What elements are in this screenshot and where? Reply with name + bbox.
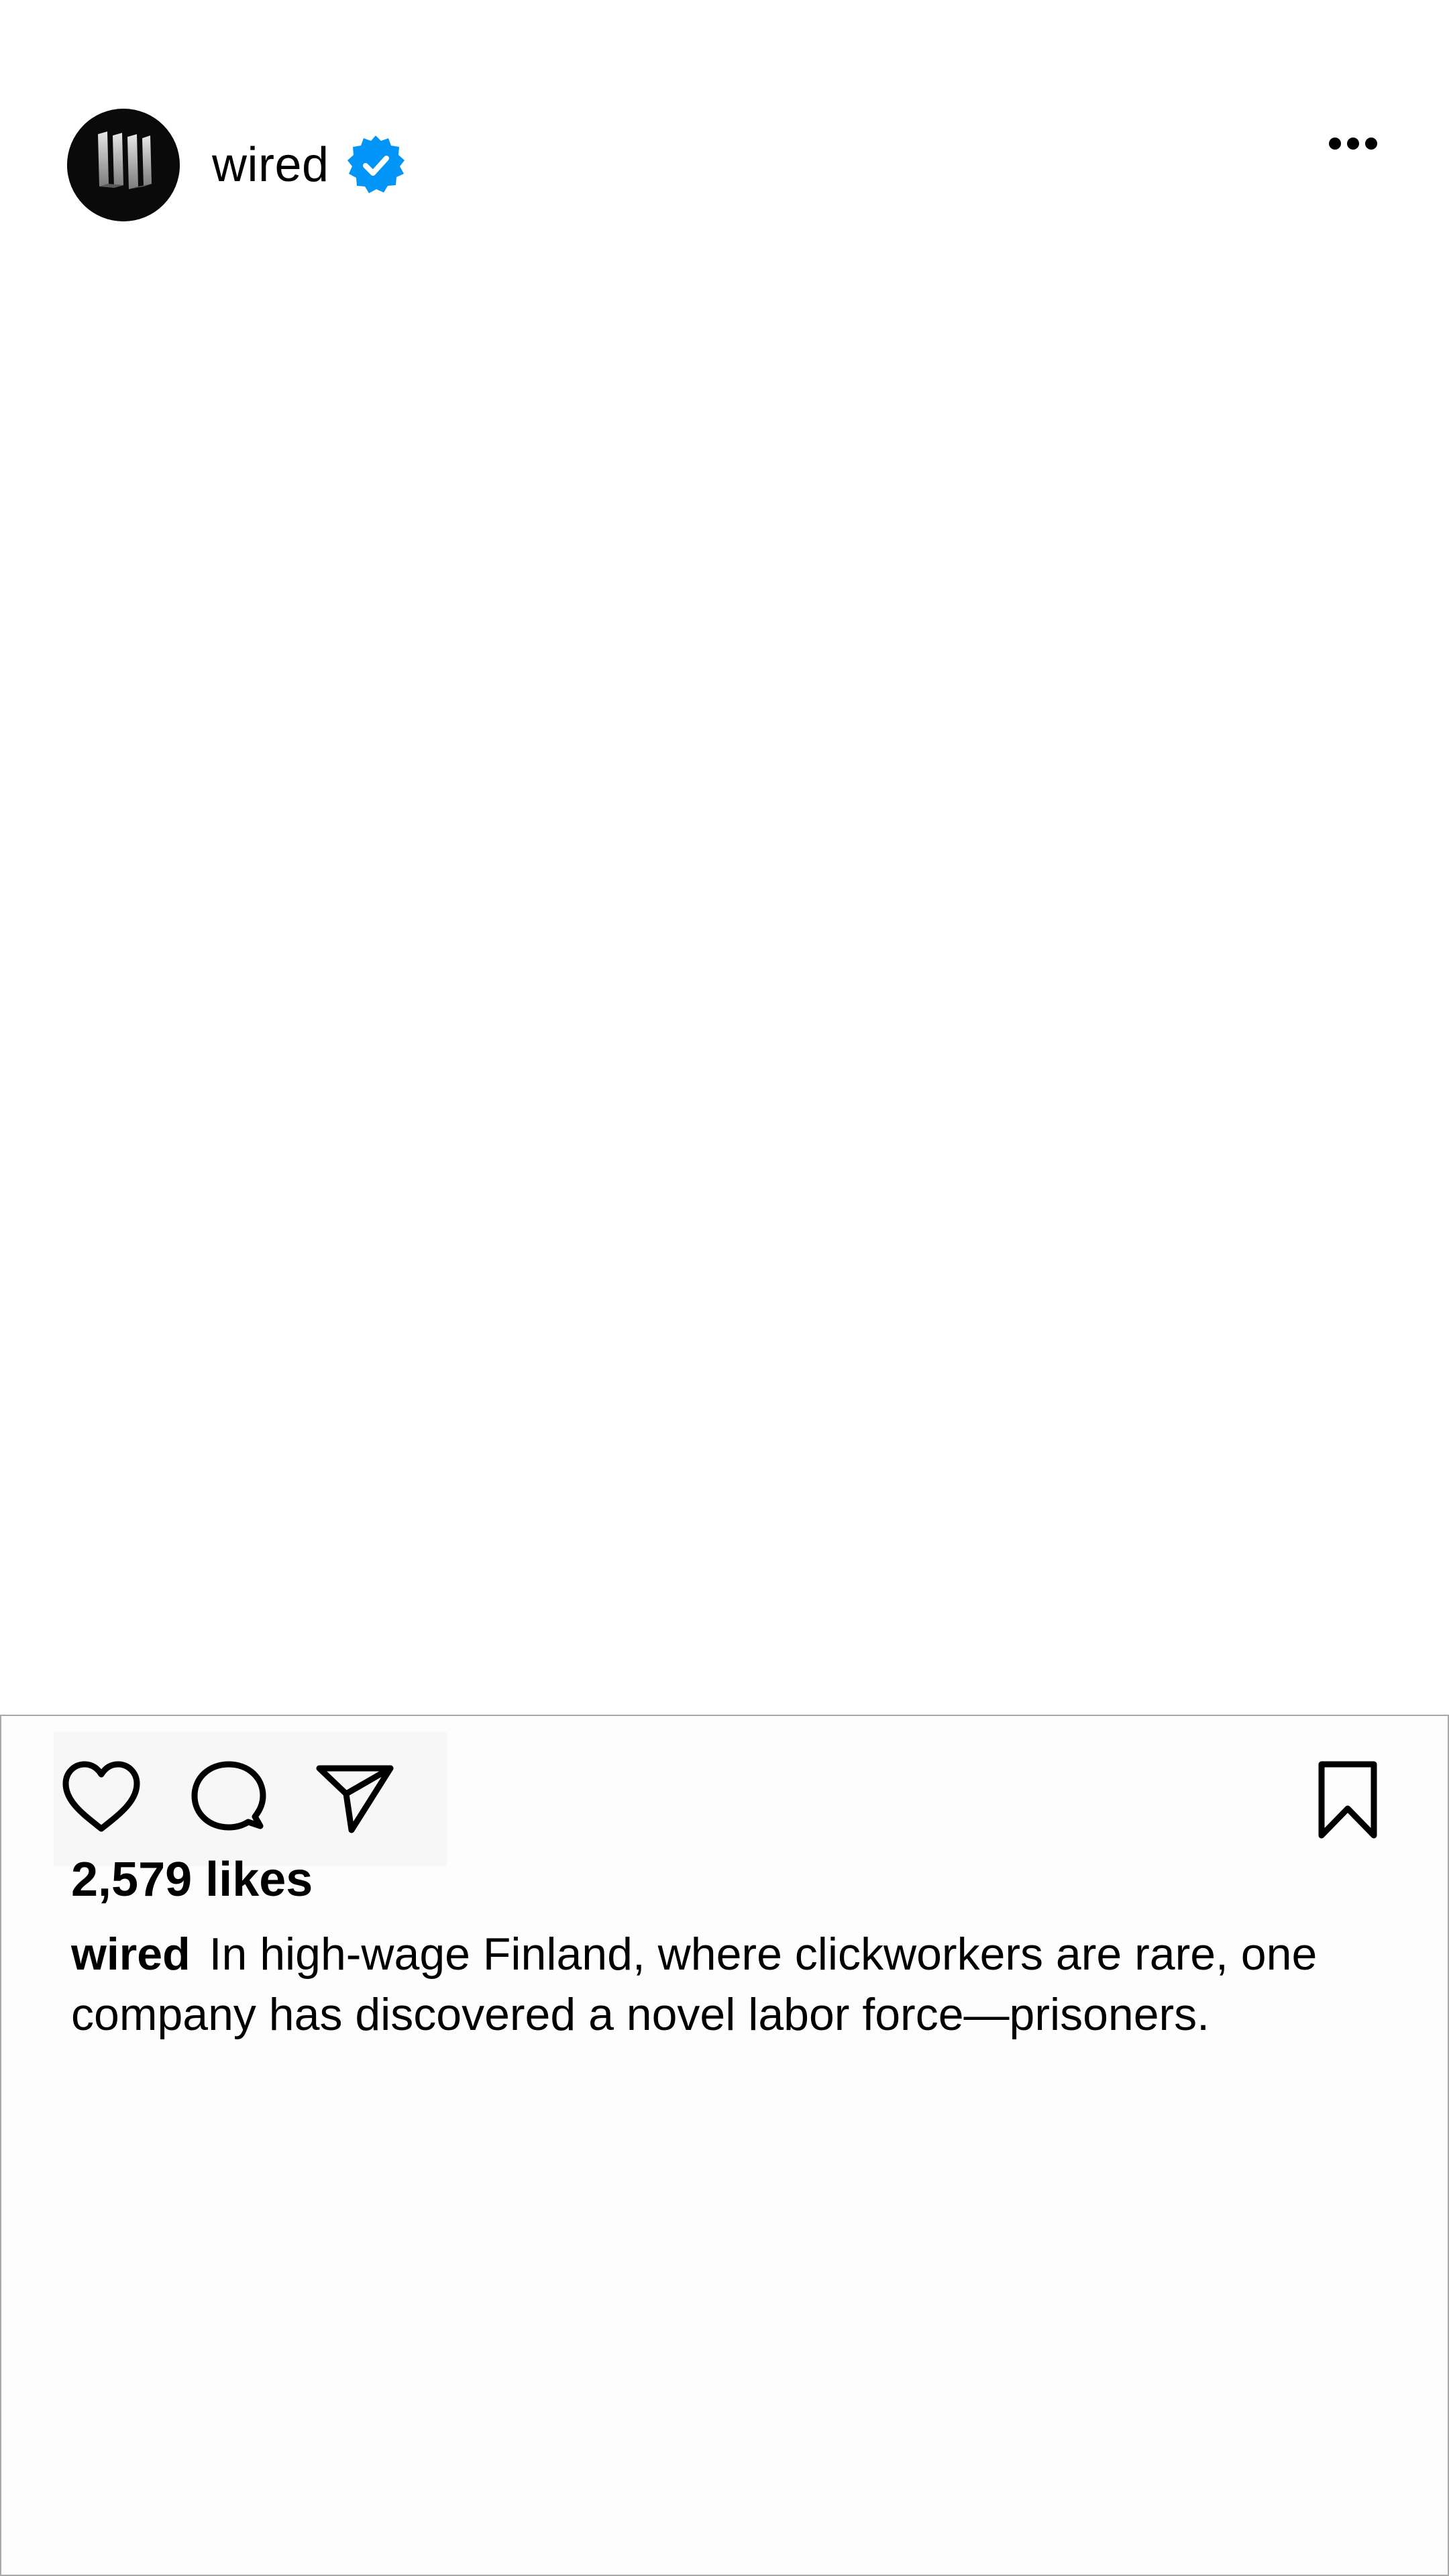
bookmark-icon <box>1318 1761 1377 1839</box>
more-options-button[interactable] <box>1323 123 1383 164</box>
post-caption: wired In high-wage Finland, where clickwo… <box>71 1924 1413 2045</box>
share-button[interactable] <box>311 1754 398 1841</box>
comment-icon <box>191 1761 266 1831</box>
verified-badge-icon <box>345 134 407 196</box>
save-button[interactable] <box>1304 1756 1391 1843</box>
post-image[interactable] <box>0 241 1449 1715</box>
comment-button[interactable] <box>185 1754 272 1841</box>
more-options-icon <box>1329 138 1377 150</box>
likes-count[interactable]: 2,579 likes <box>71 1847 313 1912</box>
caption-username[interactable]: wired <box>71 1929 191 1980</box>
post-actions-panel <box>0 1715 1449 2576</box>
like-button[interactable] <box>58 1754 145 1841</box>
heart-icon <box>62 1761 140 1832</box>
wired-logo-icon[interactable] <box>67 109 180 221</box>
post-header: wired <box>0 0 1449 241</box>
caption-text: In high-wage Finland, where clickworkers… <box>71 1929 1318 2040</box>
username[interactable]: wired <box>212 131 329 199</box>
paper-plane-icon <box>316 1765 394 1833</box>
